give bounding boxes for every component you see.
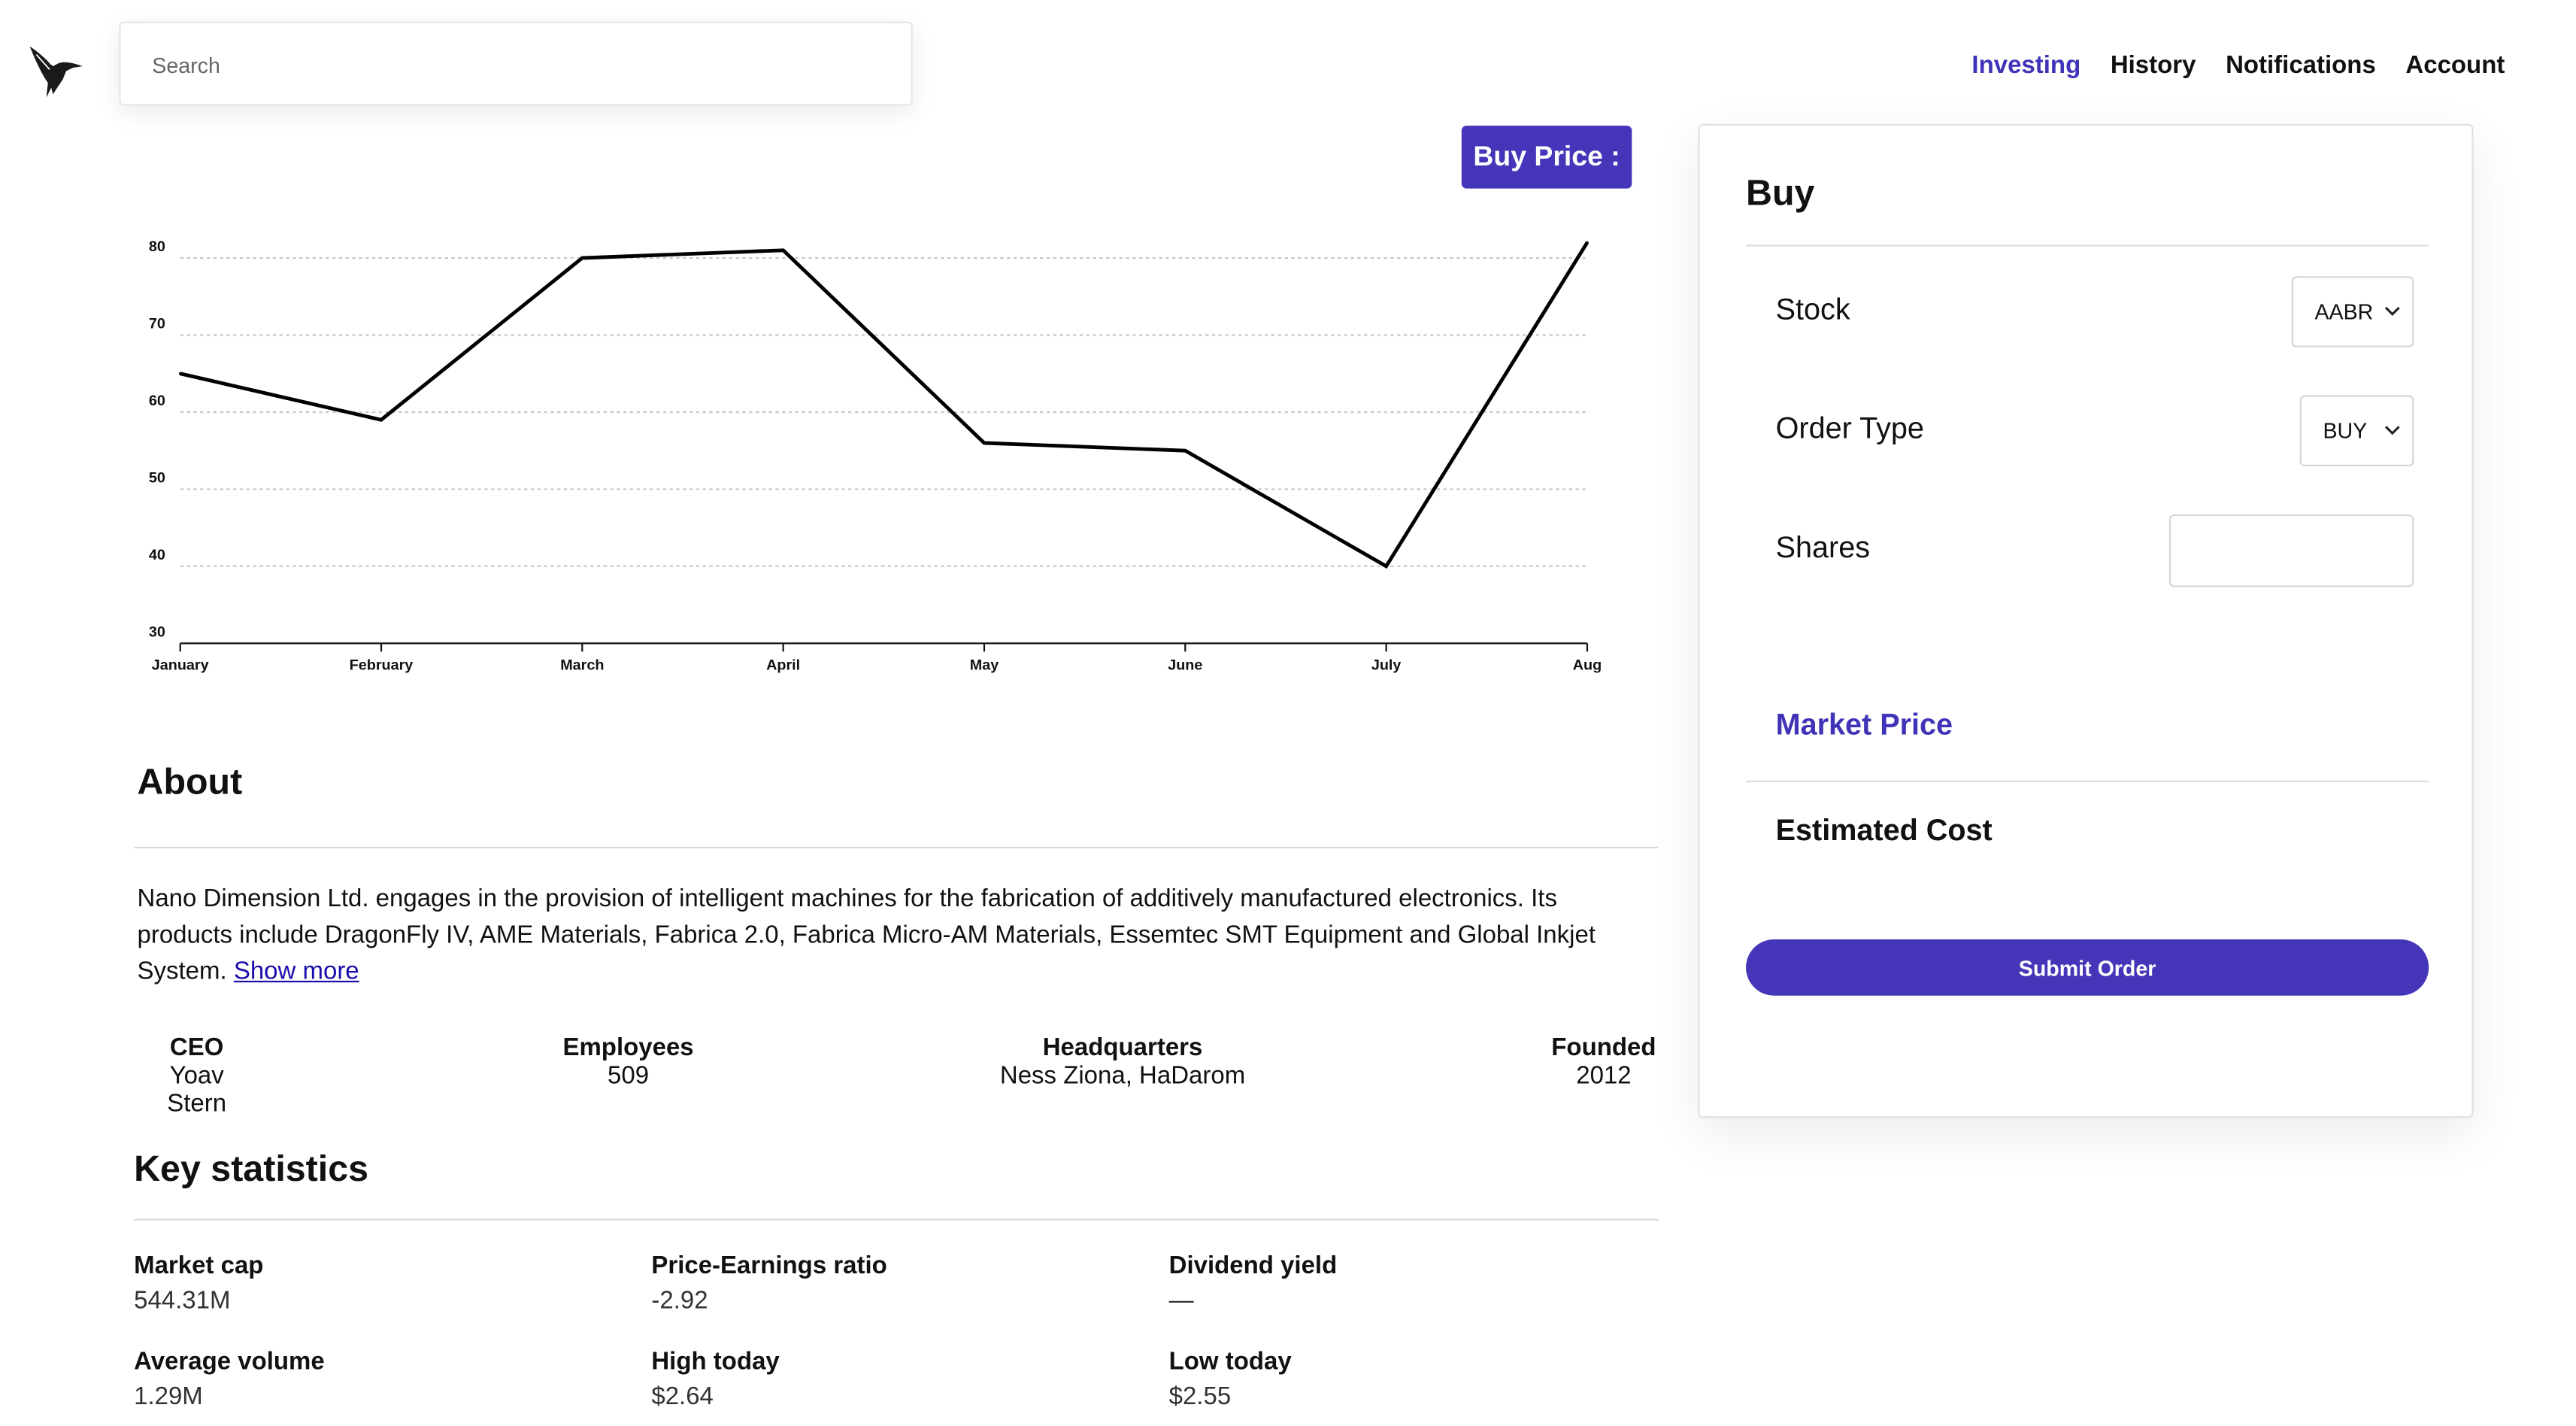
order-type-select-value: BUY — [2323, 418, 2368, 444]
x-tick-label: May — [970, 657, 999, 674]
stat-label: Market cap — [134, 1252, 264, 1280]
data-point — [1384, 565, 1388, 568]
stat-value: 544.31M — [134, 1286, 231, 1315]
x-tick-label: Aug — [1573, 657, 1602, 674]
y-tick-label: 30 — [149, 624, 165, 641]
series-line — [180, 241, 1589, 569]
stat-high-today: High today $2.64 — [651, 1348, 779, 1411]
stat-market-cap: Market cap 544.31M — [134, 1252, 263, 1315]
nav-history[interactable]: History — [2111, 51, 2196, 79]
data-point — [781, 249, 785, 252]
x-tick-label: June — [1168, 657, 1202, 674]
price-chart: 30 40 50 60 70 80 January February March April May… — [149, 238, 1602, 674]
order-type-select[interactable]: BUY — [2299, 395, 2414, 467]
data-point — [1586, 241, 1589, 244]
fact-ceo: CEO Yoav Stern — [138, 1033, 256, 1118]
stat-value: -2.92 — [651, 1286, 708, 1315]
x-tick-label: March — [560, 657, 604, 674]
y-tick-label: 70 — [149, 316, 165, 332]
stat-value: 1.29M — [134, 1382, 203, 1411]
stat-label: Average volume — [134, 1348, 325, 1376]
about-heading: About — [137, 760, 243, 803]
data-point — [983, 441, 986, 444]
data-point — [1183, 449, 1187, 452]
order-panel-divider — [1746, 244, 2429, 247]
chevron-down-icon — [2384, 306, 2400, 316]
about-divider — [134, 846, 1659, 849]
key-statistics-divider — [134, 1218, 1659, 1221]
submit-order-button[interactable]: Submit Order — [1746, 939, 2429, 996]
stat-dividend-yield: Dividend yield — — [1169, 1252, 1338, 1315]
shares-label: Shares — [1775, 530, 1871, 564]
stat-label: Dividend yield — [1168, 1252, 1338, 1280]
buy-price-button[interactable]: Buy Price : — [1461, 126, 1632, 189]
x-tick-label: July — [1371, 657, 1402, 674]
order-panel-title: Buy — [1746, 171, 1815, 214]
x-tick-label: January — [152, 657, 209, 674]
stat-label: Price-Earnings ratio — [651, 1252, 887, 1280]
data-point — [380, 418, 383, 421]
fact-value: Yoav Stern — [167, 1061, 227, 1118]
stat-label: Low today — [1168, 1348, 1292, 1376]
search-input[interactable]: Search — [152, 53, 220, 77]
order-type-label: Order Type — [1775, 411, 1924, 445]
fact-founded: Founded 2012 — [1547, 1033, 1660, 1090]
fact-value: 509 — [608, 1061, 650, 1091]
market-price-divider — [1746, 780, 2429, 783]
y-tick-label: 80 — [149, 238, 165, 255]
x-tick-label: February — [350, 657, 414, 674]
show-more-link[interactable]: Show more — [234, 957, 359, 985]
fact-label: Headquarters — [1042, 1033, 1203, 1062]
stock-label: Stock — [1775, 293, 1850, 326]
top-nav: Investing History Notifications Account — [1971, 51, 2505, 79]
order-panel: Buy Stock AABR Order Type BUY Shares Mar… — [1698, 123, 2474, 1118]
nav-investing[interactable]: Investing — [1971, 51, 2080, 79]
fact-label: Employees — [562, 1033, 694, 1062]
y-tick-label: 50 — [149, 470, 165, 487]
fact-label: Founded — [1551, 1033, 1656, 1062]
fact-value: 2012 — [1576, 1061, 1632, 1091]
key-statistics-heading: Key statistics — [134, 1148, 369, 1190]
fact-headquarters: Headquarters Ness Ziona, HaDarom — [974, 1033, 1271, 1090]
hummingbird-logo-icon[interactable] — [23, 40, 89, 106]
fact-value: Ness Ziona, HaDarom — [999, 1061, 1246, 1091]
stat-low-today: Low today $2.55 — [1169, 1348, 1292, 1411]
shares-input[interactable] — [2168, 514, 2414, 587]
stat-label: High today — [651, 1348, 780, 1376]
about-description: Nano Dimension Ltd. engages in the provi… — [138, 881, 1626, 991]
x-tick-label: April — [766, 657, 800, 674]
stock-select-value: AABR — [2314, 299, 2374, 324]
chevron-down-icon — [2384, 426, 2400, 435]
fact-employees: Employees 509 — [546, 1033, 711, 1090]
stat-average-volume: Average volume 1.29M — [134, 1348, 325, 1411]
market-price-label: Market Price — [1775, 708, 1953, 742]
stat-value: $2.55 — [1168, 1382, 1232, 1411]
data-point — [178, 372, 182, 375]
nav-notifications[interactable]: Notifications — [2226, 51, 2376, 79]
stat-value: $2.64 — [651, 1382, 714, 1411]
search-bar[interactable]: Search — [119, 21, 913, 106]
stock-select[interactable]: AABR — [2291, 276, 2414, 347]
y-tick-label: 60 — [149, 393, 165, 409]
y-tick-label: 40 — [149, 547, 165, 563]
estimated-cost-label: Estimated Cost — [1775, 813, 1993, 847]
investing-page: Search Investing History Notifications A… — [0, 0, 2576, 1419]
stat-value: — — [1168, 1286, 1194, 1315]
stat-pe-ratio: Price-Earnings ratio -2.92 — [651, 1252, 886, 1315]
data-point — [580, 256, 584, 259]
fact-label: CEO — [169, 1033, 224, 1062]
nav-account[interactable]: Account — [2405, 51, 2505, 79]
